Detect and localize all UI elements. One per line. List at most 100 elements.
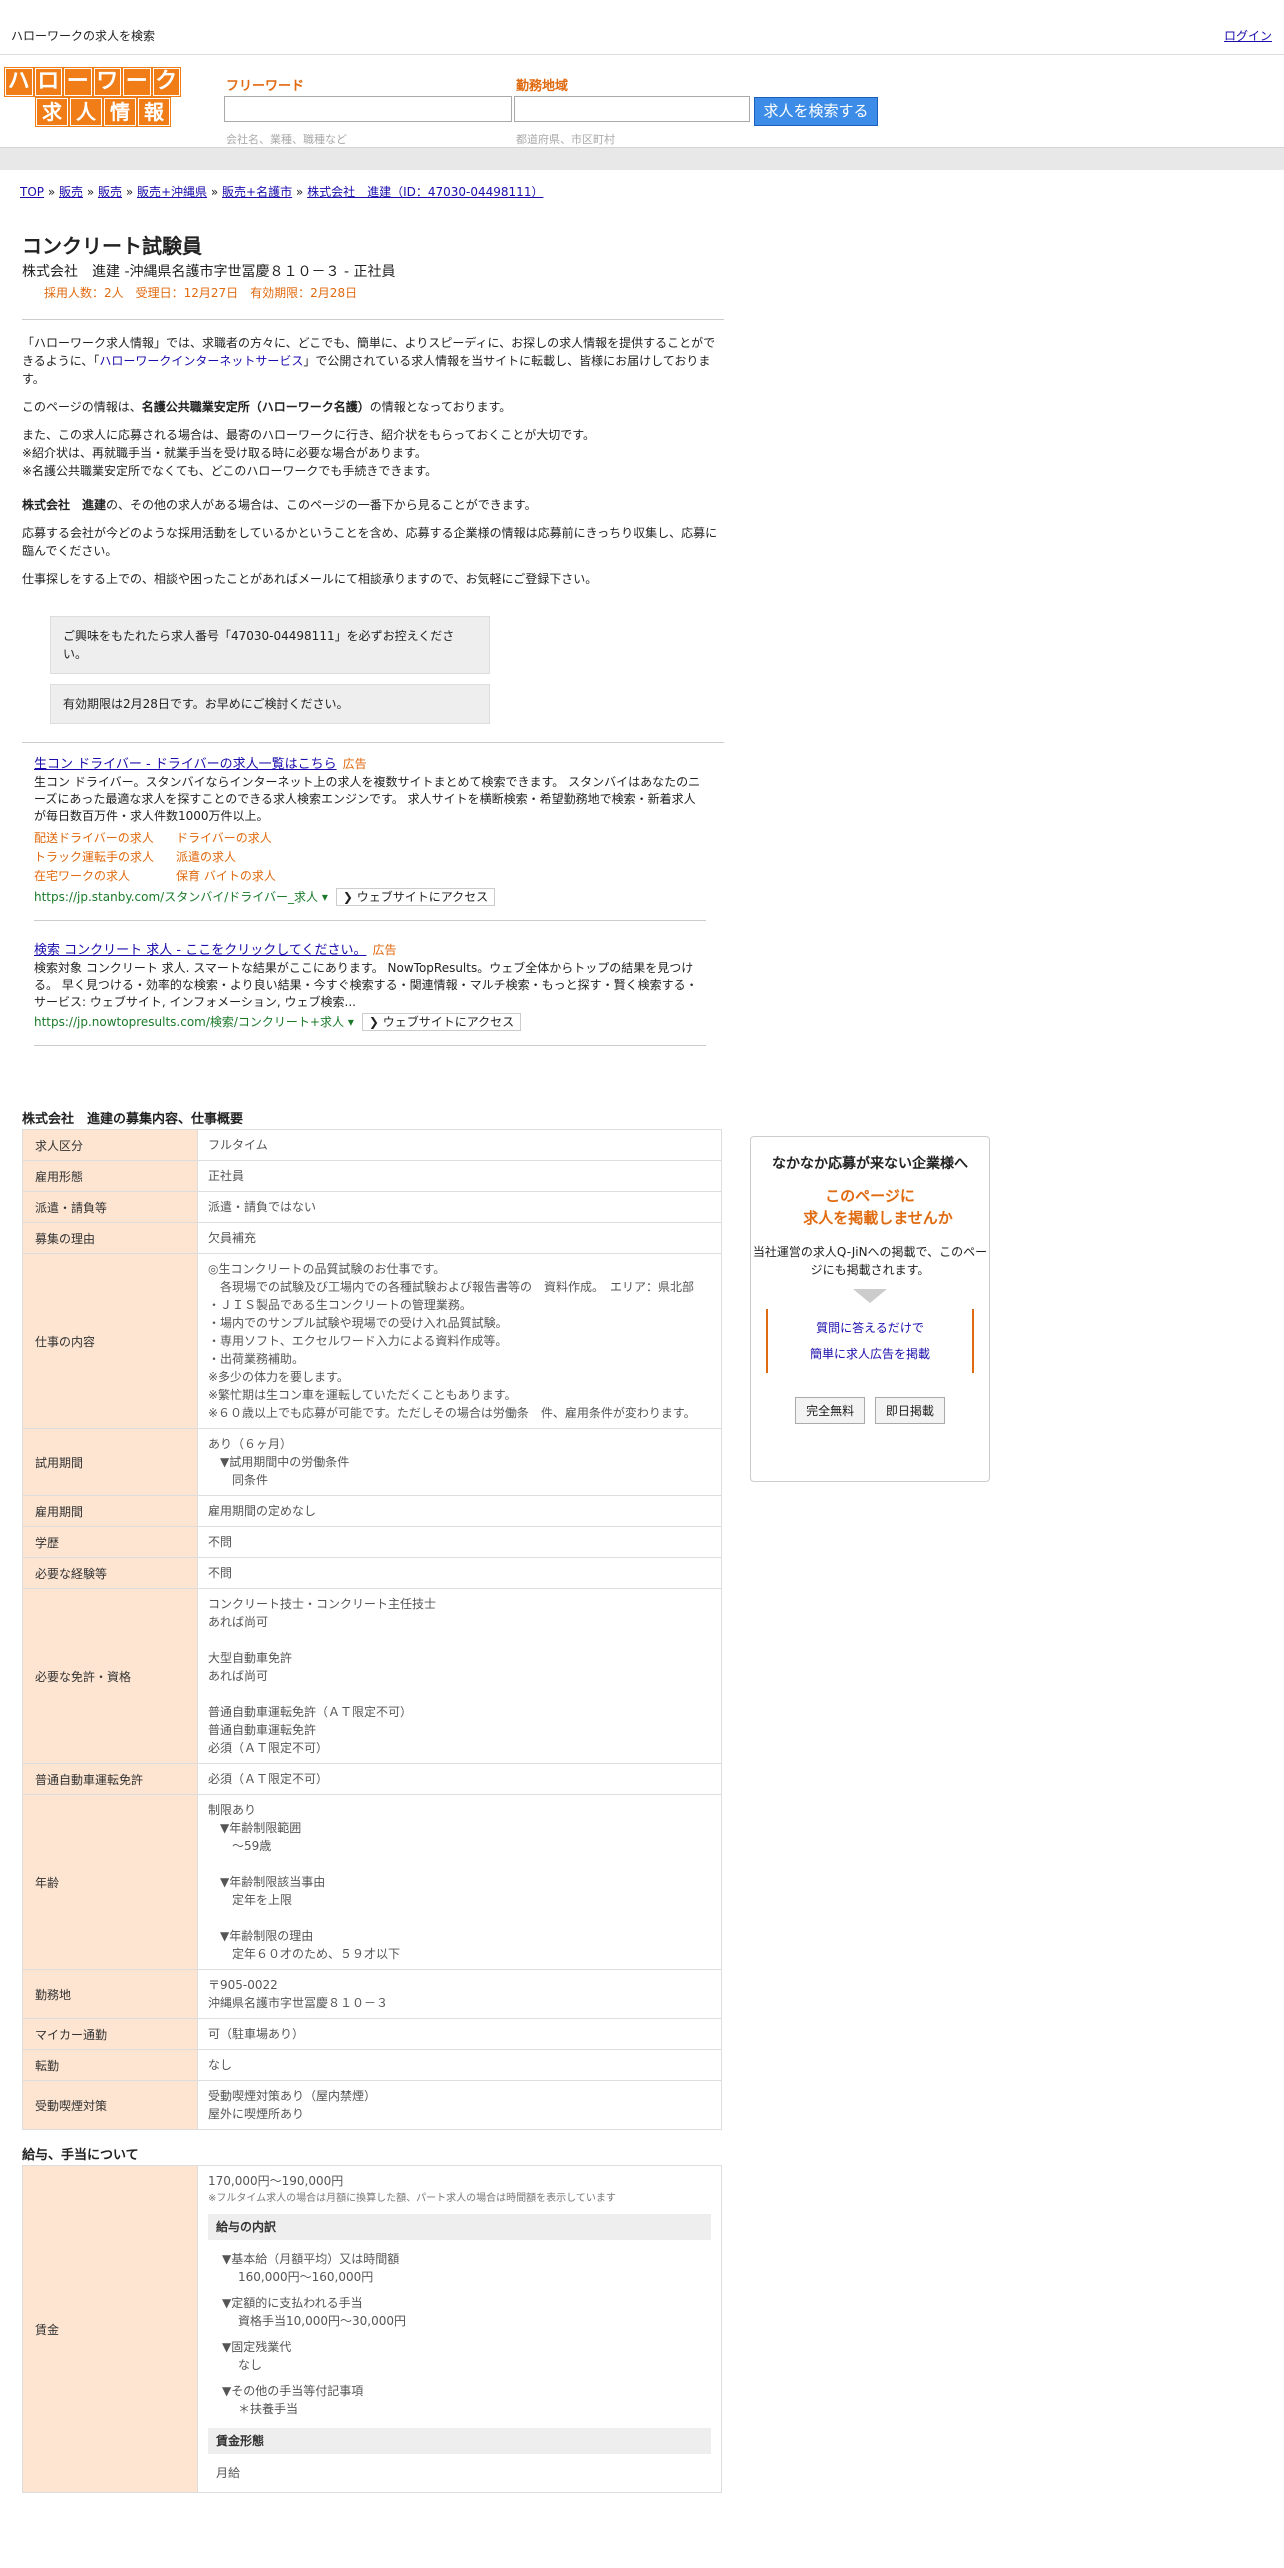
row-value: 可（駐車場あり） — [197, 2018, 722, 2050]
row-label: 仕事の内容 — [22, 1253, 198, 1429]
ad-title-link[interactable]: 検索 コンクリート 求人 - ここをクリックしてください。 — [34, 943, 366, 958]
table-row: 年齢 制限あり ▼年齢制限範囲 〜59歳 ▼年齢制限該当事由 定年を上限 ▼年齢制… — [22, 1794, 722, 1970]
wage-note: ※フルタイム求人の場合は月額に換算した額、パート求人の場合は時間額を表示していま… — [208, 2193, 616, 2204]
row-label: 年齢 — [22, 1794, 198, 1970]
intro-paragraph-2: このページの情報は、名護公共職業安定所（ハローワーク名護）の情報となっております… — [22, 400, 512, 414]
wage-item-heading: ▼固定残業代 — [222, 2340, 292, 2354]
row-value: 制限あり ▼年齢制限範囲 〜59歳 ▼年齢制限該当事由 定年を上限 ▼年齢制限の… — [197, 1794, 722, 1970]
breadcrumb-separator: » — [83, 185, 98, 199]
intro-paragraph-7: 応募する会社が今どのような採用活動をしているかということを含め、応募する企業様の… — [22, 526, 718, 558]
row-value: 派遣・請負ではない — [197, 1191, 722, 1223]
promo-link-post-ad[interactable]: 簡単に求人広告を掲載 — [768, 1341, 972, 1367]
row-label: 普通自動車運転免許 — [22, 1763, 198, 1795]
breadcrumb-link[interactable]: 販売+名護市 — [222, 185, 292, 199]
wage-value: 170,000円〜190,000円 ※フルタイム求人の場合は月額に換算した額、パ… — [197, 2165, 722, 2493]
job-details-table: 求人区分 フルタイム 雇用形態 正社員 派遣・請負等 派遣・請負ではない 募集の理由 欠員補充… — [22, 1129, 722, 2130]
row-label: 受動喫煙対策 — [22, 2080, 198, 2130]
visit-site-button[interactable]: ❯ ウェブサイトにアクセス — [361, 1013, 522, 1031]
search-header: ハローワーク 求人情報 フリーワード 勤務地域 会社名、業種、職種など 都道府県… — [0, 55, 1284, 147]
site-title: ハローワークの求人を検索 — [11, 29, 156, 43]
ad-sitelink[interactable]: ドライバーの求人 — [176, 829, 376, 848]
ad-sitelink[interactable]: 在宅ワークの求人 — [34, 867, 176, 886]
employer-promo-box: なかなか応募が来ない企業様へ このページに 求人を掲載しませんか 当社運営の求人Q… — [750, 1136, 990, 1482]
logo-char: 人 — [70, 98, 102, 126]
promo-text: 当社運営の求人Q-JiNへの掲載で、このページにも掲載されます。 — [752, 1245, 988, 1277]
row-label: 求人区分 — [22, 1129, 198, 1161]
row-label: 派遣・請負等 — [22, 1191, 198, 1223]
wage-form: 月給 — [216, 2466, 241, 2480]
ad-list: 生コン ドライバー - ドライバーの求人一覧はこちら 広告 生コン ドライバー。スタ… — [22, 753, 724, 1046]
table-row: 転勤 なし — [22, 2049, 722, 2081]
row-label: 必要な免許・資格 — [22, 1588, 198, 1764]
expiry-note: 有効期限は2月28日です。お早めにご検討ください。 — [50, 684, 490, 724]
breadcrumb-link[interactable]: 株式会社 進建（ID：47030-04498111） — [307, 185, 543, 199]
breadcrumb-separator: » — [44, 185, 59, 199]
table-row: 試用期間 あり（６ヶ月） ▼試用期間中の労働条件 同条件 — [22, 1428, 722, 1496]
divider-bar — [0, 147, 1284, 170]
table-row: 仕事の内容 ◎生コンクリートの品質試験のお仕事です。 各現場での試験及び工場内での… — [22, 1253, 722, 1429]
breadcrumb-link[interactable]: 販売 — [59, 185, 83, 199]
row-value: 〒905-0022 沖縄県名護市字世冨慶８１０－３ — [197, 1969, 722, 2019]
ad-badge: 広告 — [342, 757, 367, 771]
freeword-hint: 会社名、業種、職種など — [226, 133, 347, 146]
promo-link-questions[interactable]: 質問に答えるだけで — [768, 1315, 972, 1341]
area-input[interactable] — [514, 96, 750, 122]
ad-url[interactable]: https://jp.stanby.com/スタンバイ/ドライバー_求人 — [34, 890, 318, 904]
row-label: 必要な経験等 — [22, 1557, 198, 1589]
wage-item-value: 資格手当10,000円〜30,000円 — [238, 2314, 406, 2328]
breadcrumb-separator: » — [292, 185, 308, 199]
row-label: 学歴 — [22, 1526, 198, 1558]
row-value: コンクリート技士・コンクリート主任技士 あれば尚可 大型自動車免許 あれば尚可 … — [197, 1588, 722, 1764]
main-content: コンクリート試験員 株式会社 進建 -沖縄県名護市字世冨慶８１０－３ - 正社員… — [22, 230, 724, 2493]
company-line: 株式会社 進建 -沖縄県名護市字世冨慶８１０－３ - 正社員 — [22, 264, 396, 280]
login-link[interactable]: ログイン — [1224, 27, 1272, 44]
ad-url-row: https://jp.stanby.com/スタンバイ/ドライバー_求人 ▾ ❯ … — [34, 888, 706, 906]
row-value: ◎生コンクリートの品質試験のお仕事です。 各現場での試験及び工場内での各種試験お… — [197, 1253, 722, 1429]
row-value: 受動喫煙対策あり（屋内禁煙） 屋外に喫煙所あり — [197, 2080, 722, 2130]
breadcrumb-link[interactable]: 販売 — [98, 185, 122, 199]
free-button[interactable]: 完全無料 — [795, 1397, 866, 1424]
logo-char: 報 — [138, 98, 170, 126]
search-button[interactable]: 求人を検索する — [754, 97, 878, 126]
ad-sitelink[interactable]: トラック運転手の求人 — [34, 848, 176, 867]
job-meta: 採用人数：2人 受理日：12月27日 有効期限：2月28日 — [44, 286, 358, 300]
row-value: 不問 — [197, 1557, 722, 1589]
logo-char: 情 — [104, 98, 136, 126]
ad-url[interactable]: https://jp.nowtopresults.com/検索/コンクリート+求… — [34, 1015, 344, 1029]
breadcrumb-separator: » — [207, 185, 223, 199]
row-value: あり（６ヶ月） ▼試用期間中の労働条件 同条件 — [197, 1428, 722, 1496]
wage-item-heading: ▼定額的に支払われる手当 — [222, 2296, 363, 2310]
hellowork-logo[interactable]: ハローワーク 求人情報 — [5, 68, 180, 126]
hellowork-internet-link[interactable]: ハローワークインターネットサービス — [99, 354, 303, 368]
promo-links: 質問に答えるだけで 簡単に求人広告を掲載 — [766, 1309, 974, 1373]
breadcrumb-link[interactable]: TOP — [20, 185, 44, 199]
ad-divider — [34, 920, 706, 921]
job-title: コンクリート試験員 — [22, 234, 202, 258]
row-value: 正社員 — [197, 1160, 722, 1192]
breadcrumb-link[interactable]: 販売+沖縄県 — [137, 185, 207, 199]
same-day-button[interactable]: 即日掲載 — [874, 1397, 945, 1424]
ad-title-link[interactable]: 生コン ドライバー - ドライバーの求人一覧はこちら — [34, 757, 337, 772]
area-label: 勤務地域 — [516, 79, 569, 94]
freeword-input[interactable] — [224, 96, 512, 122]
logo-char: ー — [123, 68, 151, 96]
row-label: 雇用期間 — [22, 1495, 198, 1527]
wage-item-value: 160,000円〜160,000円 — [238, 2270, 374, 2284]
ad-sitelink[interactable]: 配送ドライバーの求人 — [34, 829, 176, 848]
ad-sitelink[interactable]: 派遣の求人 — [176, 848, 376, 867]
table-row: 募集の理由 欠員補充 — [22, 1222, 722, 1254]
table-row: 雇用期間 雇用期間の定めなし — [22, 1495, 722, 1527]
row-value: 雇用期間の定めなし — [197, 1495, 722, 1527]
wage-breakdown-title: 給与の内訳 — [208, 2214, 711, 2240]
visit-site-button[interactable]: ❯ ウェブサイトにアクセス — [335, 888, 496, 906]
row-value: フルタイム — [197, 1129, 722, 1161]
ad-sitelinks: 配送ドライバーの求人 ドライバーの求人 トラック運転手の求人 派遣の求人 在宅ワークの求… — [34, 829, 706, 886]
logo-char: ハ — [5, 68, 33, 96]
intro-paragraph-8: 仕事探しをする上での、相談や困ったことがあればメールにて相談承りますので、お気軽… — [22, 572, 598, 586]
ad-sitelink[interactable]: 保育 バイトの求人 — [176, 867, 376, 886]
ad-badge: 広告 — [372, 943, 397, 957]
logo-char: ク — [152, 68, 180, 96]
row-label: マイカー通勤 — [22, 2018, 198, 2050]
ad-title-row: 生コン ドライバー - ドライバーの求人一覧はこちら 広告 — [34, 753, 706, 772]
caret-down-icon: ▾ — [318, 890, 328, 904]
